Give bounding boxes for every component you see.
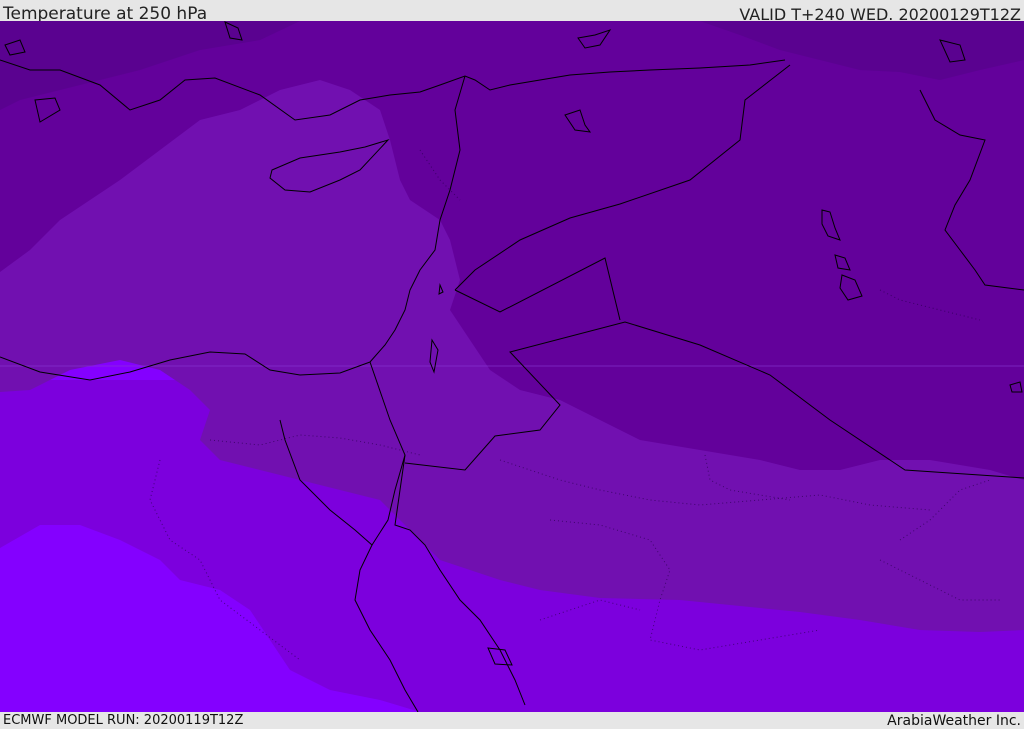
temperature-map (0, 21, 1024, 712)
map-page: Temperature at 250 hPa VALID T+240 WED. … (0, 0, 1024, 729)
footer-bar: ECMWF MODEL RUN: 20200119T12Z ArabiaWeat… (0, 712, 1024, 729)
credit-label: ArabiaWeather Inc. (887, 713, 1021, 729)
header-bar: Temperature at 250 hPa VALID T+240 WED. … (0, 0, 1024, 24)
model-run-label: ECMWF MODEL RUN: 20200119T12Z (3, 713, 244, 728)
